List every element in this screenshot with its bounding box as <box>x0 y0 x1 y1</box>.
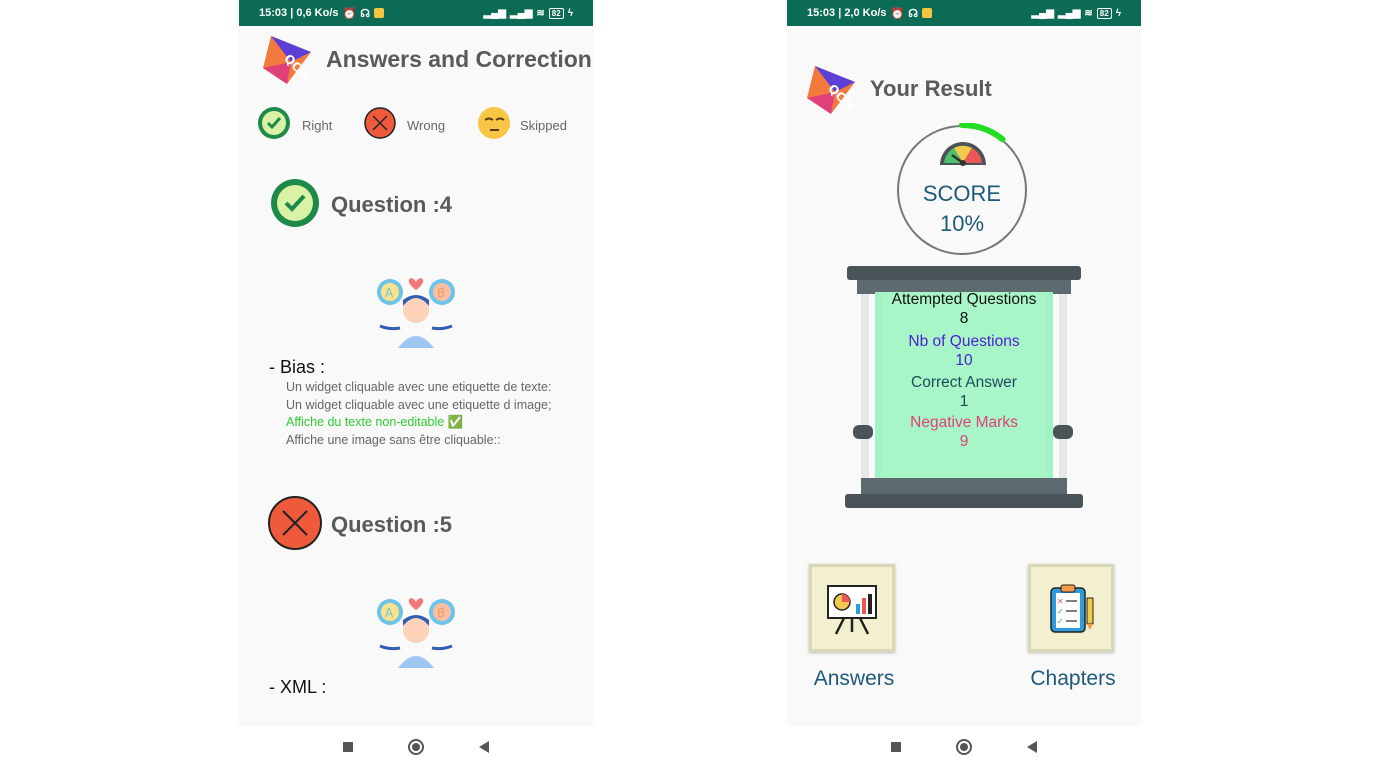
svg-text:✓: ✓ <box>1057 607 1064 616</box>
correct-answer-label: Correct Answer <box>911 374 1017 391</box>
notification-icon <box>374 8 384 18</box>
legend-wrong-label: Wrong <box>407 118 446 133</box>
answers-screen: 15:03 | 0,6 Ko/s ⏰ ☊ ▂▄▆ ▂▄▆ ≋ 82 ϟ QCM … <box>239 0 593 768</box>
charging-icon: ϟ <box>567 7 573 19</box>
home-button[interactable] <box>408 739 424 755</box>
back-button[interactable] <box>479 741 489 753</box>
signal-icon-2: ▂▄▆ <box>509 7 533 19</box>
headset-icon: ☊ <box>908 7 918 20</box>
correct-answer-value: 1 <box>959 393 969 410</box>
alarm-icon: ⏰ <box>890 7 905 20</box>
svg-text:✓: ✓ <box>1057 617 1064 626</box>
speedometer-icon <box>940 142 986 166</box>
attempted-label: Attempted Questions <box>891 291 1037 308</box>
signal-icon: ▂▄▆ <box>1031 7 1054 19</box>
answers-button[interactable] <box>809 564 895 652</box>
page-title: Your Result <box>870 76 992 101</box>
status-time: 15:03 | 2,0 Ko/s <box>807 7 887 19</box>
thinking-person-illustration-2: A B <box>377 598 455 668</box>
option-1: Un widget cliquable avec une etiquette d… <box>286 380 552 394</box>
svg-text:B: B <box>437 286 445 300</box>
system-nav-bar <box>239 726 593 768</box>
chapters-button[interactable]: ✕ ✓ ✓ <box>1028 564 1114 652</box>
home-button[interactable] <box>956 739 972 755</box>
question-4-title: Question :4 <box>331 192 453 217</box>
check-badge-icon <box>258 107 290 139</box>
attempted-value: 8 <box>959 310 969 327</box>
status-bar: 15:03 | 2,0 Ko/s ⏰ ☊ ▂▄▆ ▂▄▆ ≋ 82 ϟ <box>787 0 1141 26</box>
chapters-button-label[interactable]: Chapters <box>1012 667 1134 691</box>
thinking-person-illustration: A B <box>377 278 455 348</box>
option-2: Un widget cliquable avec une etiquette d… <box>286 397 552 412</box>
wifi-icon: ≋ <box>536 7 545 19</box>
wrong-badge-icon <box>268 496 322 550</box>
back-button[interactable] <box>1027 741 1037 753</box>
recents-button[interactable] <box>891 742 901 752</box>
sleepy-emoji-icon <box>478 107 510 139</box>
legend-right-label: Right <box>302 118 333 133</box>
svg-text:A: A <box>385 606 394 620</box>
qcm-logo-icon: QCM <box>263 36 313 84</box>
score-value: 10% <box>939 211 985 236</box>
battery-icon: 82 <box>1096 7 1112 19</box>
wifi-icon: ≋ <box>1084 7 1093 19</box>
signal-icon-2: ▂▄▆ <box>1057 7 1081 19</box>
recents-button[interactable] <box>343 742 353 752</box>
negative-marks-label: Negative Marks <box>910 414 1018 431</box>
answers-button-label[interactable]: Answers <box>793 667 915 691</box>
presentation-chart-icon <box>827 585 877 635</box>
nb-questions-value: 10 <box>955 352 973 369</box>
svg-text:✕: ✕ <box>1057 597 1064 606</box>
qcm-logo-icon: QCM <box>807 66 857 114</box>
question-5-title: Question :5 <box>331 512 453 537</box>
headset-icon: ☊ <box>360 7 370 20</box>
notification-icon <box>922 8 932 18</box>
signal-icon: ▂▄▆ <box>483 7 506 19</box>
option-4: Affiche une image sans être cliquable:: <box>286 432 501 447</box>
result-screen: 15:03 | 2,0 Ko/s ⏰ ☊ ▂▄▆ ▂▄▆ ≋ 82 ϟ QCM … <box>787 0 1141 768</box>
cross-circle-icon <box>364 107 396 139</box>
score-label: SCORE <box>922 181 1002 206</box>
alarm-icon: ⏰ <box>342 7 357 20</box>
question-5-name: - XML : <box>269 677 327 697</box>
page-title: Answers and Correction <box>326 46 592 72</box>
status-time: 15:03 | 0,6 Ko/s <box>259 7 339 19</box>
charging-icon: ϟ <box>1115 7 1121 19</box>
legend-skipped-label: Skipped <box>520 118 567 133</box>
battery-icon: 82 <box>548 7 564 19</box>
question-4-options: Un widget cliquable avec une etiquette d… <box>286 379 551 449</box>
status-bar: 15:03 | 0,6 Ko/s ⏰ ☊ ▂▄▆ ▂▄▆ ≋ 82 ϟ <box>239 0 593 26</box>
nb-questions-label: Nb of Questions <box>908 333 1020 350</box>
svg-text:B: B <box>437 606 445 620</box>
system-nav-bar <box>787 726 1141 768</box>
negative-marks-value: 9 <box>959 433 969 450</box>
option-3-correct: Affiche du texte non-editable ✅ <box>286 415 464 429</box>
question-4-name: - Bias : <box>269 357 326 377</box>
checklist-icon: ✕ ✓ ✓ <box>1050 584 1094 633</box>
svg-text:A: A <box>385 286 394 300</box>
right-badge-icon <box>271 179 319 227</box>
